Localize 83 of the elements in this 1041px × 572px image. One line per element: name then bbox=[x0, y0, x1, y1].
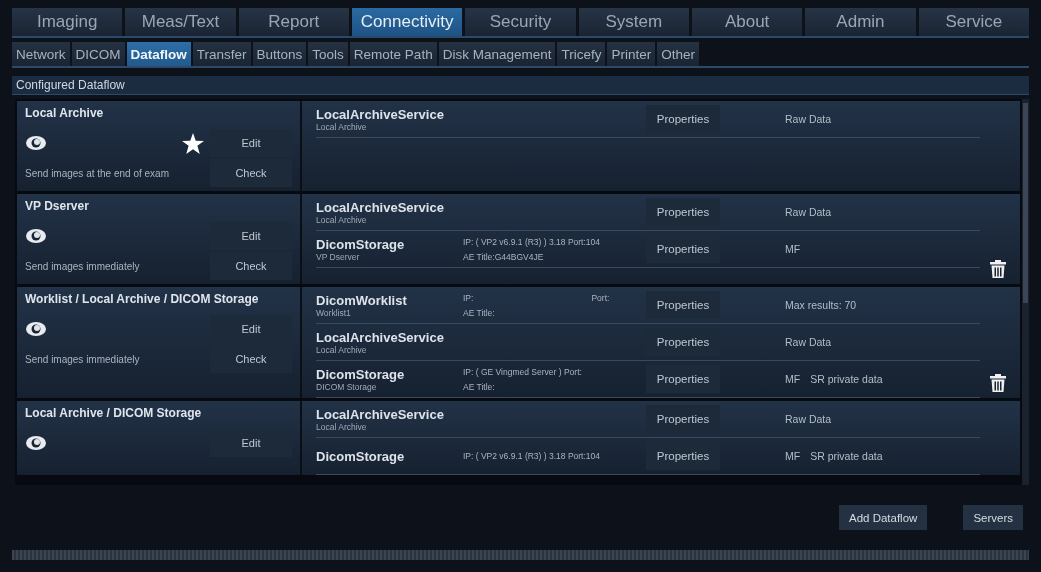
service-info: Raw Data bbox=[785, 336, 832, 348]
service-name: LocalArchiveService bbox=[316, 406, 445, 422]
service-name: DicomWorklist bbox=[316, 292, 408, 308]
service-name: LocalArchiveService bbox=[316, 329, 445, 345]
properties-button[interactable]: Properties bbox=[646, 365, 720, 393]
dataflow-row[interactable]: VP Dserver Edit Send images immediately Check LocalArchiveService Local Archive Properties Raw Data DicomStorage VP Dserver IP: ( VP2 v6.9.1 (R3) ) 3.18 Port:104 AE Title:G44BGV4JE Properties MF bbox=[17, 194, 1020, 284]
service-detail: AE Title: bbox=[463, 307, 495, 318]
properties-button[interactable]: Properties bbox=[646, 198, 720, 226]
eye-icon[interactable] bbox=[25, 435, 47, 451]
section-header: Configured Dataflow bbox=[12, 76, 1029, 95]
sub-tab[interactable]: Other bbox=[657, 42, 699, 66]
service-subtitle: Local Archive bbox=[316, 344, 368, 355]
check-button[interactable]: Check bbox=[210, 252, 292, 280]
dataflow-description: Send images at the end of exam bbox=[25, 167, 170, 179]
service-name: LocalArchiveService bbox=[316, 106, 445, 122]
dataflow-title: Local Archive / DICOM Storage bbox=[25, 406, 203, 422]
service-name: DicomStorage bbox=[316, 448, 406, 464]
main-tab[interactable]: About bbox=[691, 8, 803, 36]
sub-tab[interactable]: Printer bbox=[607, 42, 656, 66]
edit-button[interactable]: Edit bbox=[210, 429, 292, 457]
properties-button[interactable]: Properties bbox=[646, 405, 720, 433]
service-subtitle: Local Archive bbox=[316, 121, 368, 132]
check-button[interactable]: Check bbox=[210, 159, 292, 187]
service-subtitle: DICOM Storage bbox=[316, 381, 377, 392]
service-name: DicomStorage bbox=[316, 366, 406, 382]
trash-icon[interactable] bbox=[990, 260, 1006, 278]
dataflow-description: Send images immediately bbox=[25, 260, 141, 272]
main-tab[interactable]: Imaging bbox=[12, 8, 123, 36]
service-info: Raw Data bbox=[785, 206, 832, 218]
service-info: SR private data bbox=[810, 450, 883, 462]
main-tab[interactable]: System bbox=[578, 8, 689, 36]
dataflow-row[interactable] bbox=[17, 287, 1020, 398]
service-detail: Port: bbox=[591, 292, 610, 303]
service-detail: IP: ( VP2 v6.9.1 (R3) ) 3.18 Port:104 bbox=[463, 236, 600, 247]
main-tab[interactable]: Report bbox=[238, 8, 349, 36]
main-tab[interactable]: Admin bbox=[805, 8, 916, 36]
service-detail: IP: bbox=[463, 292, 474, 303]
service-name: LocalArchiveService bbox=[316, 199, 445, 215]
dataflow-row[interactable]: Local Archive Edit Send images at the end of exam Check LocalArchiveService Local Archive Properties Raw Data bbox=[17, 101, 1020, 191]
service-info: MF bbox=[785, 373, 801, 385]
sub-tab[interactable]: Remote Path bbox=[349, 42, 437, 66]
footer-button[interactable]: Add Dataflow bbox=[838, 505, 928, 530]
service-detail: IP: ( GE Vingmed Server ) Port: bbox=[463, 366, 582, 377]
sub-tab[interactable]: Disk Management bbox=[438, 42, 556, 66]
service-info: Raw Data bbox=[785, 413, 832, 425]
service-subtitle: Worklist1 bbox=[316, 307, 352, 318]
eye-icon[interactable] bbox=[25, 321, 47, 337]
service-info: MF bbox=[785, 450, 801, 462]
dataflow-title: VP Dserver bbox=[25, 199, 90, 215]
service-detail: AE Title:G44BGV4JE bbox=[463, 251, 544, 262]
sub-tab[interactable]: Tools bbox=[308, 42, 348, 66]
properties-button[interactable]: Properties bbox=[646, 291, 720, 319]
main-tab[interactable]: Meas/Text bbox=[125, 8, 236, 36]
dataflow-title: Worklist / Local Archive / DICOM Storage bbox=[25, 292, 260, 308]
service-info: Max results: 70 bbox=[785, 299, 857, 311]
vertical-scrollbar[interactable] bbox=[1022, 99, 1029, 485]
dataflow-row[interactable]: Local Archive / DICOM Storage Edit LocalArchiveService Local Archive Properties Raw Data DicomStorage IP: ( VP2 v6.9.1 (R3) ) 3.18 Port:104 Properties MF SR private data bbox=[17, 401, 1020, 475]
sub-tab[interactable]: Tricefy bbox=[557, 42, 606, 66]
service-info: Raw Data bbox=[785, 113, 832, 125]
sub-tab[interactable]: Dataflow bbox=[126, 42, 191, 66]
service-subtitle: Local Archive bbox=[316, 421, 368, 432]
sub-tab[interactable]: Transfer bbox=[192, 42, 251, 66]
horizontal-scrollbar[interactable] bbox=[12, 550, 1029, 560]
service-info: MF bbox=[785, 243, 801, 255]
main-tab[interactable]: Security bbox=[465, 8, 576, 36]
sub-tab[interactable]: Buttons bbox=[252, 42, 307, 66]
sub-tab[interactable]: Network bbox=[12, 42, 70, 66]
service-subtitle: Local Archive bbox=[316, 214, 368, 225]
service-name: DicomStorage bbox=[316, 236, 406, 252]
service-info: SR private data bbox=[810, 373, 883, 385]
main-tab[interactable]: Service bbox=[918, 8, 1029, 36]
service-detail: AE Title: bbox=[463, 381, 495, 392]
eye-icon[interactable] bbox=[25, 228, 47, 244]
dataflow-description: Send images immediately bbox=[25, 353, 141, 365]
eye-icon[interactable] bbox=[25, 135, 47, 151]
properties-button[interactable]: Properties bbox=[646, 105, 720, 133]
sub-tab[interactable]: DICOM bbox=[71, 42, 125, 66]
service-subtitle: VP Dserver bbox=[316, 251, 360, 262]
service-detail: IP: ( VP2 v6.9.1 (R3) ) 3.18 Port:104 bbox=[463, 451, 600, 461]
dataflow-title: Local Archive bbox=[25, 106, 105, 122]
main-tab[interactable]: Connectivity bbox=[352, 8, 463, 36]
trash-icon[interactable] bbox=[990, 374, 1006, 392]
footer-button[interactable]: Servers bbox=[963, 505, 1023, 530]
